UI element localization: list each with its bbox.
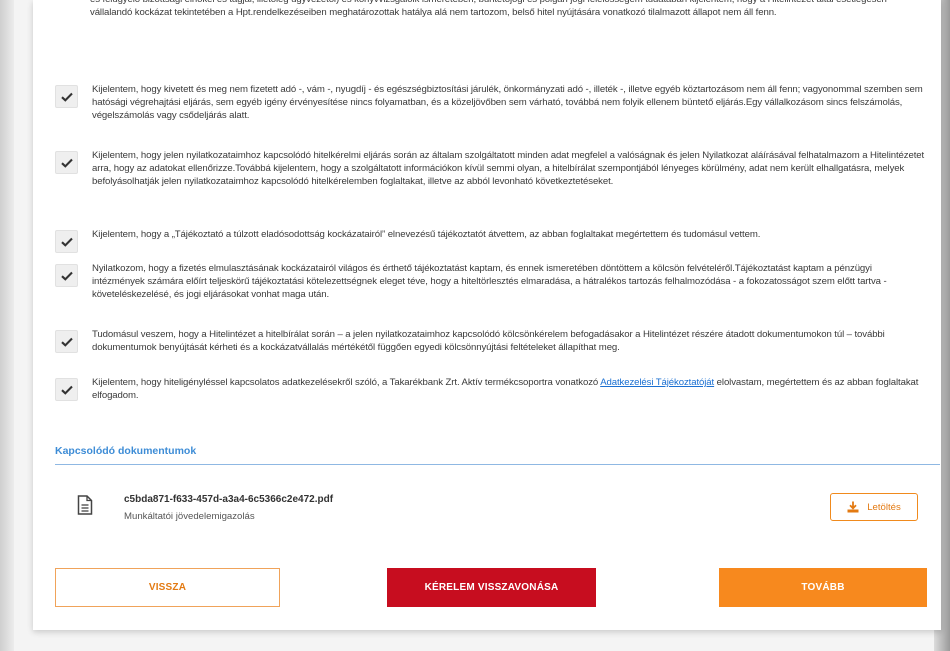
left-backdrop <box>0 0 14 651</box>
declaration-checkbox-additional-docs[interactable] <box>55 330 78 353</box>
privacy-policy-link[interactable]: Adatkezelési Tájékoztatóját <box>600 377 714 388</box>
checkmark-icon <box>60 92 73 102</box>
checkmark-icon <box>60 385 73 395</box>
back-button[interactable]: VISSZA <box>55 568 280 607</box>
section-divider <box>55 464 940 465</box>
declaration-text-data-accuracy: Kijelentem, hogy jelen nyilatkozataimhoz… <box>92 150 925 187</box>
download-button[interactable]: Letöltés <box>830 493 918 521</box>
declaration-item-payment-risk: Nyilatkozom, hogy a fizetés elmulasztásá… <box>55 263 925 302</box>
document-icon <box>77 495 93 520</box>
related-documents-title: Kapcsolódó dokumentumok <box>55 445 197 457</box>
declaration-item-over-indebtedness: Kijelentem, hogy a „Tájékoztató a túlzot… <box>55 229 925 253</box>
cancel-application-button[interactable]: KÉRELEM VISSZAVONÁSA <box>387 568 596 607</box>
privacy-text-before: Kijelentem, hogy hiteligényléssel kapcso… <box>92 377 601 388</box>
document-type-label: Munkáltatói jövedelemigazolás <box>124 511 255 522</box>
declaration-checkbox-data-accuracy[interactable] <box>55 151 78 174</box>
declarations-card: és felügyelő bizottsági elnökei és tagja… <box>33 0 941 630</box>
declaration-checkbox-over-indebtedness[interactable] <box>55 230 78 253</box>
declaration-text-data-privacy: Kijelentem, hogy hiteligényléssel kapcso… <box>92 377 925 403</box>
declaration-checkbox-data-privacy[interactable] <box>55 378 78 401</box>
next-button[interactable]: TOVÁBB <box>719 568 927 607</box>
checkmark-icon <box>60 337 73 347</box>
declaration-checkbox-tax[interactable] <box>55 85 78 108</box>
declaration-text-over-indebtedness: Kijelentem, hogy a „Tájékoztató a túlzot… <box>92 229 761 240</box>
checkmark-icon <box>60 158 73 168</box>
download-label: Letöltés <box>867 501 901 513</box>
declaration-text-top: és felügyelő bizottsági elnökei és tagja… <box>90 0 887 18</box>
declaration-item-tax: Kijelentem, hogy kivetett és meg nem fiz… <box>55 84 925 123</box>
declaration-checkbox-payment-risk[interactable] <box>55 264 78 287</box>
document-file-name: c5bda871-f633-457d-a3a4-6c5366c2e472.pdf <box>124 494 334 505</box>
declaration-text-payment-risk: Nyilatkozom, hogy a fizetés elmulasztásá… <box>92 263 887 300</box>
checkmark-icon <box>60 271 73 281</box>
checkmark-icon <box>60 237 73 247</box>
declaration-item-data-privacy: Kijelentem, hogy hiteligényléssel kapcso… <box>55 377 925 403</box>
declaration-text-additional-docs: Tudomásul veszem, hogy a Hitelintézet a … <box>92 329 885 353</box>
declaration-item-data-accuracy: Kijelentem, hogy jelen nyilatkozataimhoz… <box>55 150 925 189</box>
download-icon <box>847 501 859 513</box>
declaration-item-additional-docs: Tudomásul veszem, hogy a Hitelintézet a … <box>55 329 925 355</box>
declaration-text-tax: Kijelentem, hogy kivetett és meg nem fiz… <box>92 84 923 121</box>
